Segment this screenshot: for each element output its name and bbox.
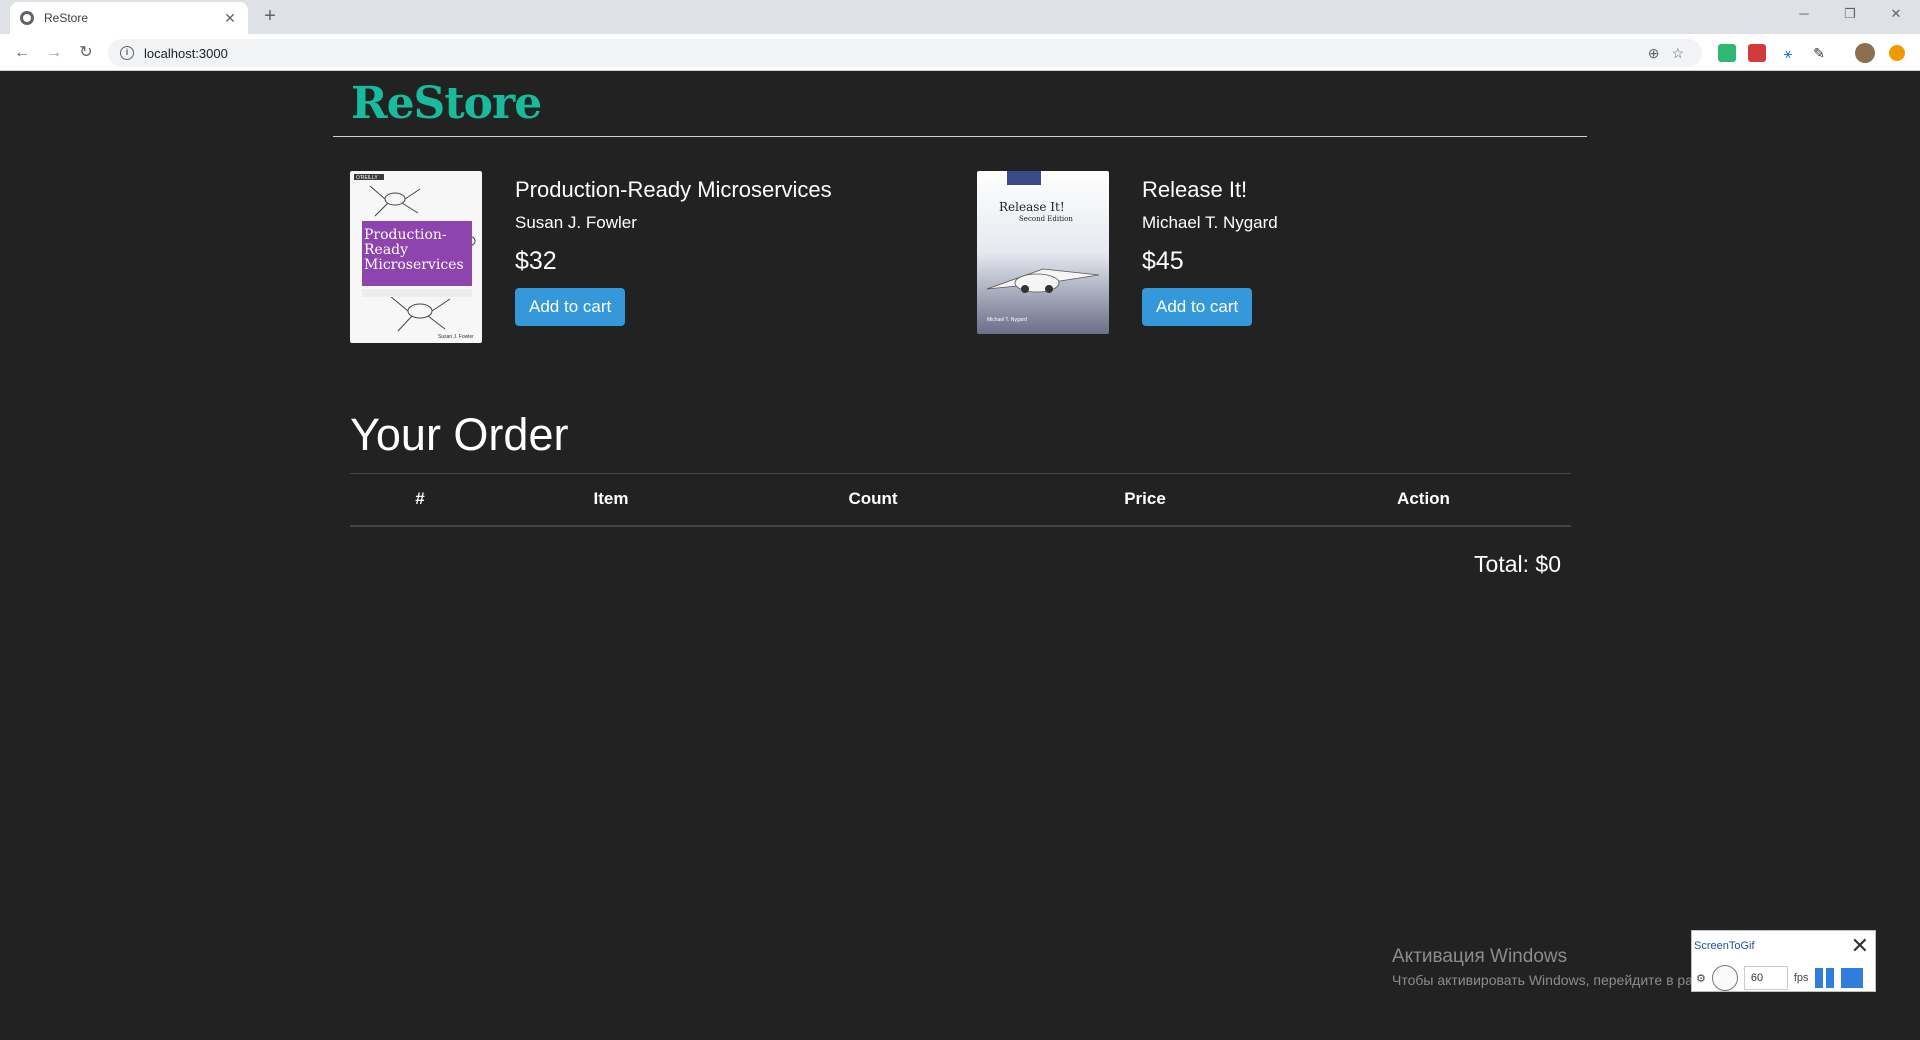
browser-chrome: ReStore ✕ + ─ ❐ ✕ ← → ↻ i localhost:3000… <box>0 0 1920 71</box>
close-icon[interactable]: ✕ <box>1851 933 1869 959</box>
omnibox-actions: ⊕ ☆ <box>1648 39 1684 67</box>
cover-author: Michael T. Nygard <box>987 317 1027 323</box>
update-icon[interactable] <box>1889 45 1905 61</box>
gear-icon[interactable]: ⚙ <box>1696 972 1706 985</box>
minimize-button[interactable]: ─ <box>1781 0 1827 30</box>
profile-avatar[interactable] <box>1855 43 1875 63</box>
eyedropper-extension-icon[interactable]: ✎ <box>1810 44 1828 62</box>
order-total: Total: $0 <box>1474 550 1561 577</box>
url-text: localhost:3000 <box>144 45 228 61</box>
tab-strip: ReStore ✕ + ─ ❐ ✕ <box>0 0 1920 34</box>
column-header-count: Count <box>732 473 1014 527</box>
tab-close-icon[interactable]: ✕ <box>222 10 238 27</box>
new-tab-button[interactable]: + <box>258 5 282 29</box>
zoom-icon[interactable]: ⊕ <box>1648 45 1660 62</box>
product-list: O'REILLY Production- Ready Microservices… <box>350 171 1570 361</box>
order-section: Your Order # Item Count Price Action Tot… <box>350 409 1571 578</box>
translate-extension-icon[interactable]: ⚹ <box>1779 44 1797 62</box>
tab-title: ReStore <box>44 11 89 25</box>
media-extension-icon[interactable] <box>1748 44 1766 62</box>
order-table-header-row: # Item Count Price Action <box>350 473 1571 527</box>
product-author: Susan J. Fowler <box>515 213 637 232</box>
reload-icon[interactable]: ↻ <box>74 41 98 65</box>
product-price: $32 <box>515 247 557 275</box>
shield-extension-icon[interactable] <box>1718 44 1736 62</box>
fps-input[interactable]: 60 <box>1743 966 1788 990</box>
order-heading: Your Order <box>350 409 569 460</box>
app-logo[interactable]: ReStore <box>351 78 542 129</box>
address-bar[interactable]: i localhost:3000 ⊕ ☆ <box>108 39 1702 67</box>
column-header-item: Item <box>490 473 732 527</box>
bookmark-star-icon[interactable]: ☆ <box>1671 45 1684 62</box>
pause-icon[interactable] <box>1814 968 1835 988</box>
screentogif-controls: ⚙ 60 fps <box>1696 965 1863 991</box>
cover-title-line-2: Ready <box>364 242 408 258</box>
globe-icon <box>20 11 34 25</box>
screentogif-title: ScreenToGif <box>1694 940 1755 952</box>
product-card: Release It! Second Edition Michael T. Ny… <box>977 171 1278 334</box>
restore-button[interactable]: ❐ <box>1827 0 1873 30</box>
browser-tab[interactable]: ReStore ✕ <box>10 2 248 34</box>
screentogif-widget: ScreenToGif ✕ ⚙ 60 fps <box>1691 930 1876 992</box>
cover-edition: Second Edition <box>1019 215 1073 223</box>
product-author: Michael T. Nygard <box>1142 213 1278 232</box>
product-title: Production-Ready Microservices <box>515 177 832 202</box>
cover-title-line-3: Microservices <box>364 257 464 273</box>
page-container: ReStore O'REILLY Production- Ready Micro… <box>333 71 1587 577</box>
order-table: # Item Count Price Action <box>350 473 1571 527</box>
column-header-price: Price <box>1014 473 1276 527</box>
app-header: ReStore <box>333 71 1587 137</box>
cover-publisher: O'REILLY <box>356 175 378 181</box>
product-price: $45 <box>1142 247 1184 275</box>
add-to-cart-button[interactable]: Add to cart <box>515 288 626 326</box>
close-window-button[interactable]: ✕ <box>1873 0 1919 30</box>
book-cover-image: O'REILLY Production- Ready Microservices… <box>350 171 482 343</box>
column-header-number: # <box>350 473 490 527</box>
book-cover-image: Release It! Second Edition Michael T. Ny… <box>977 171 1109 334</box>
column-header-action: Action <box>1276 473 1571 527</box>
record-button[interactable] <box>1711 965 1738 991</box>
product-card: O'REILLY Production- Ready Microservices… <box>350 171 832 343</box>
cover-author: Susan J. Fowler <box>438 334 474 340</box>
product-title: Release It! <box>1142 177 1248 202</box>
product-info: Release It! Michael T. Nygard $45 Add to… <box>1142 171 1278 334</box>
info-icon[interactable]: i <box>120 46 134 60</box>
forward-icon[interactable]: → <box>42 41 66 65</box>
fps-label: fps <box>1793 972 1809 984</box>
add-to-cart-button[interactable]: Add to cart <box>1142 288 1253 326</box>
back-icon[interactable]: ← <box>10 41 34 65</box>
browser-toolbar: ← → ↻ i localhost:3000 ⊕ ☆ ⚹ ✎ <box>0 34 1920 71</box>
cover-title-line-1: Production- <box>364 227 447 243</box>
stop-icon[interactable] <box>1840 968 1863 988</box>
product-info: Production-Ready Microservices Susan J. … <box>515 171 832 343</box>
cover-title: Release It! <box>999 200 1065 214</box>
